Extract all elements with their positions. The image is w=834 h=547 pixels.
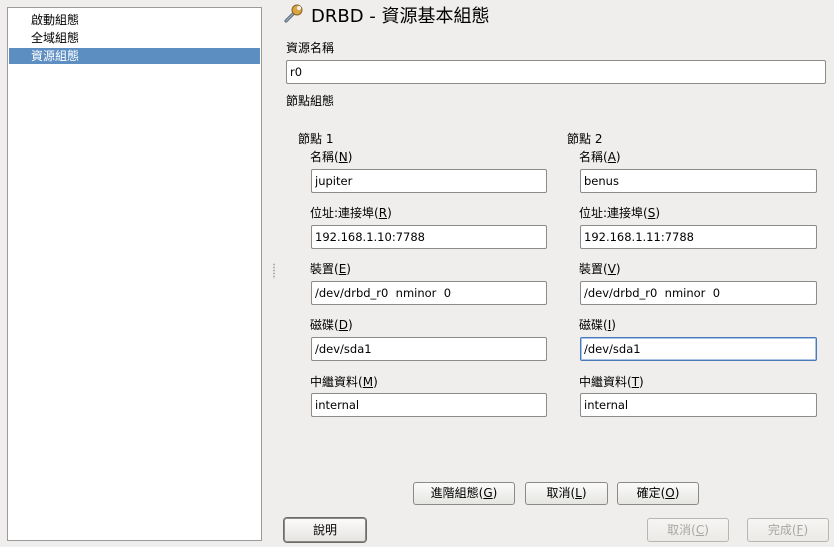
node2-name-label: 名稱(A) (579, 150, 621, 164)
sidebar-item-label: 全域組態 (31, 31, 80, 45)
node2-disk-label: 磁碟(I) (579, 318, 616, 332)
node2-meta-input[interactable] (580, 393, 817, 417)
sidebar-tree: 啟動組態 全域組態 資源組態 (7, 7, 262, 541)
resource-name-input[interactable] (286, 60, 826, 84)
node1-address-input[interactable] (311, 225, 547, 249)
sidebar-item-label: 資源組態 (31, 49, 80, 63)
node1-name-label: 名稱(N) (310, 150, 353, 164)
node2-device-label: 裝置(V) (579, 262, 621, 276)
help-button[interactable]: 說明 (284, 518, 366, 542)
finish-button[interactable]: 完成(F) (747, 518, 829, 542)
node1-device-label: 裝置(E) (310, 262, 351, 276)
page-title: DRBD - 資源基本組態 (311, 6, 490, 27)
node2-device-input[interactable] (580, 281, 817, 305)
node2-meta-label: 中繼資料(T) (579, 375, 644, 389)
sidebar-item-label: 啟動組態 (31, 13, 80, 27)
node2-address-input[interactable] (580, 225, 817, 249)
node1-name-input[interactable] (311, 169, 547, 193)
pane-splitter-handle[interactable] (272, 263, 276, 279)
node1-meta-input[interactable] (311, 393, 547, 417)
sidebar-item-startup-config[interactable]: 啟動組態 (9, 12, 260, 28)
node1-device-input[interactable] (311, 281, 547, 305)
cancel-button[interactable]: 取消(L) (525, 482, 608, 505)
node1-disk-input[interactable] (311, 337, 547, 361)
resource-name-label: 資源名稱 (286, 41, 335, 55)
wrench-icon (282, 3, 304, 25)
node1-meta-label: 中繼資料(M) (310, 375, 378, 389)
node2-name-input[interactable] (580, 169, 817, 193)
node2-disk-input[interactable] (580, 337, 817, 361)
node2-heading: 節點 2 (567, 132, 603, 146)
node2-address-label: 位址:連接埠(S) (579, 206, 661, 220)
node1-address-label: 位址:連接埠(R) (310, 206, 392, 220)
abort-button[interactable]: 取消(C) (647, 518, 729, 542)
sidebar-item-global-config[interactable]: 全域組態 (9, 30, 260, 46)
node1-disk-label: 磁碟(D) (310, 318, 353, 332)
ok-button[interactable]: 確定(O) (617, 482, 699, 505)
node1-heading: 節點 1 (298, 132, 334, 146)
sidebar-item-resource-config[interactable]: 資源組態 (9, 48, 260, 64)
node-config-label: 節點組態 (286, 94, 335, 108)
advanced-config-button[interactable]: 進階組態(G) (413, 482, 515, 505)
